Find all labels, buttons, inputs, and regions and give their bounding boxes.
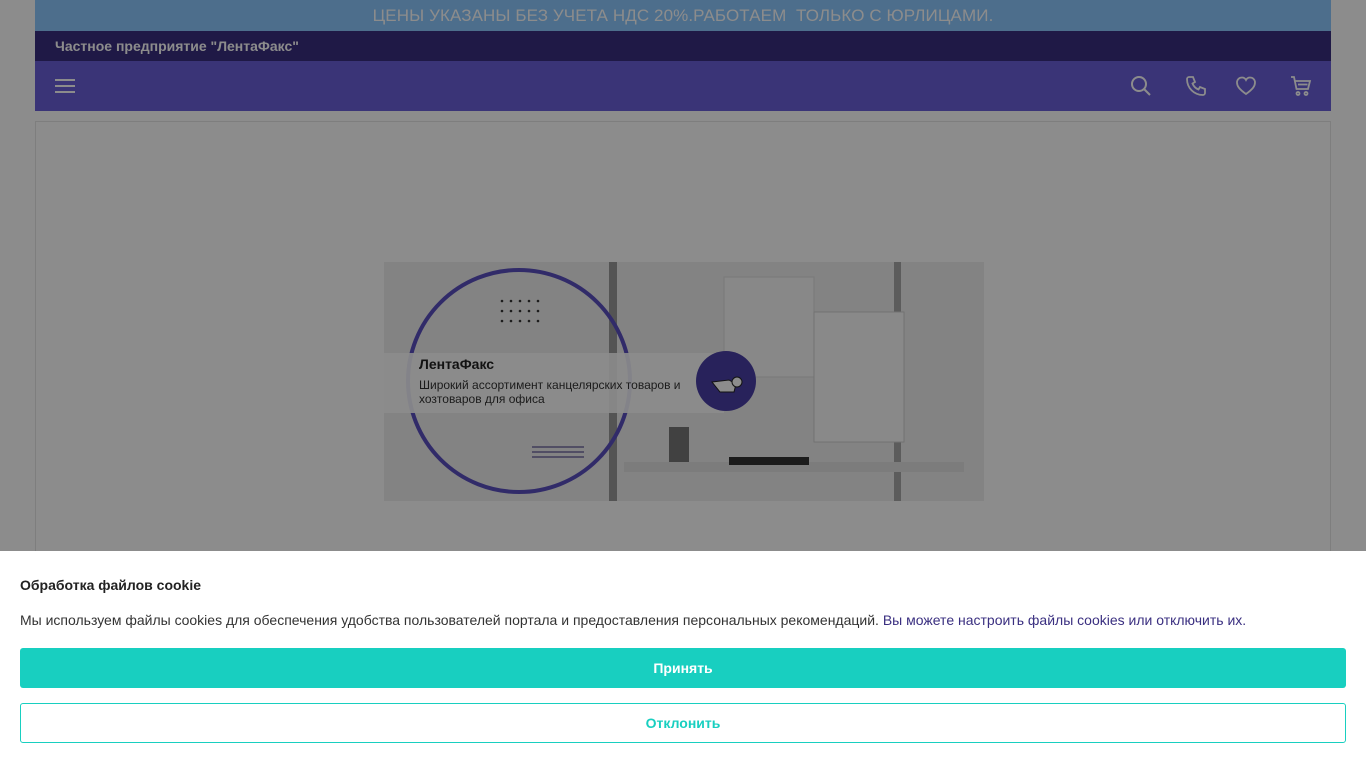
modal-overlay[interactable] — [0, 0, 1366, 551]
cookie-text: Мы используем файлы cookies для обеспече… — [20, 612, 879, 628]
cookie-settings-link[interactable]: Вы можете настроить файлы cookies или от… — [883, 612, 1246, 628]
cookie-title: Обработка файлов cookie — [20, 577, 202, 593]
cookie-description: Мы используем файлы cookies для обеспече… — [20, 612, 1246, 628]
decline-cookies-button[interactable]: Отклонить — [20, 703, 1346, 743]
accept-cookies-button[interactable]: Принять — [20, 648, 1346, 688]
cookie-consent-panel: Обработка файлов cookie Мы используем фа… — [0, 551, 1366, 768]
